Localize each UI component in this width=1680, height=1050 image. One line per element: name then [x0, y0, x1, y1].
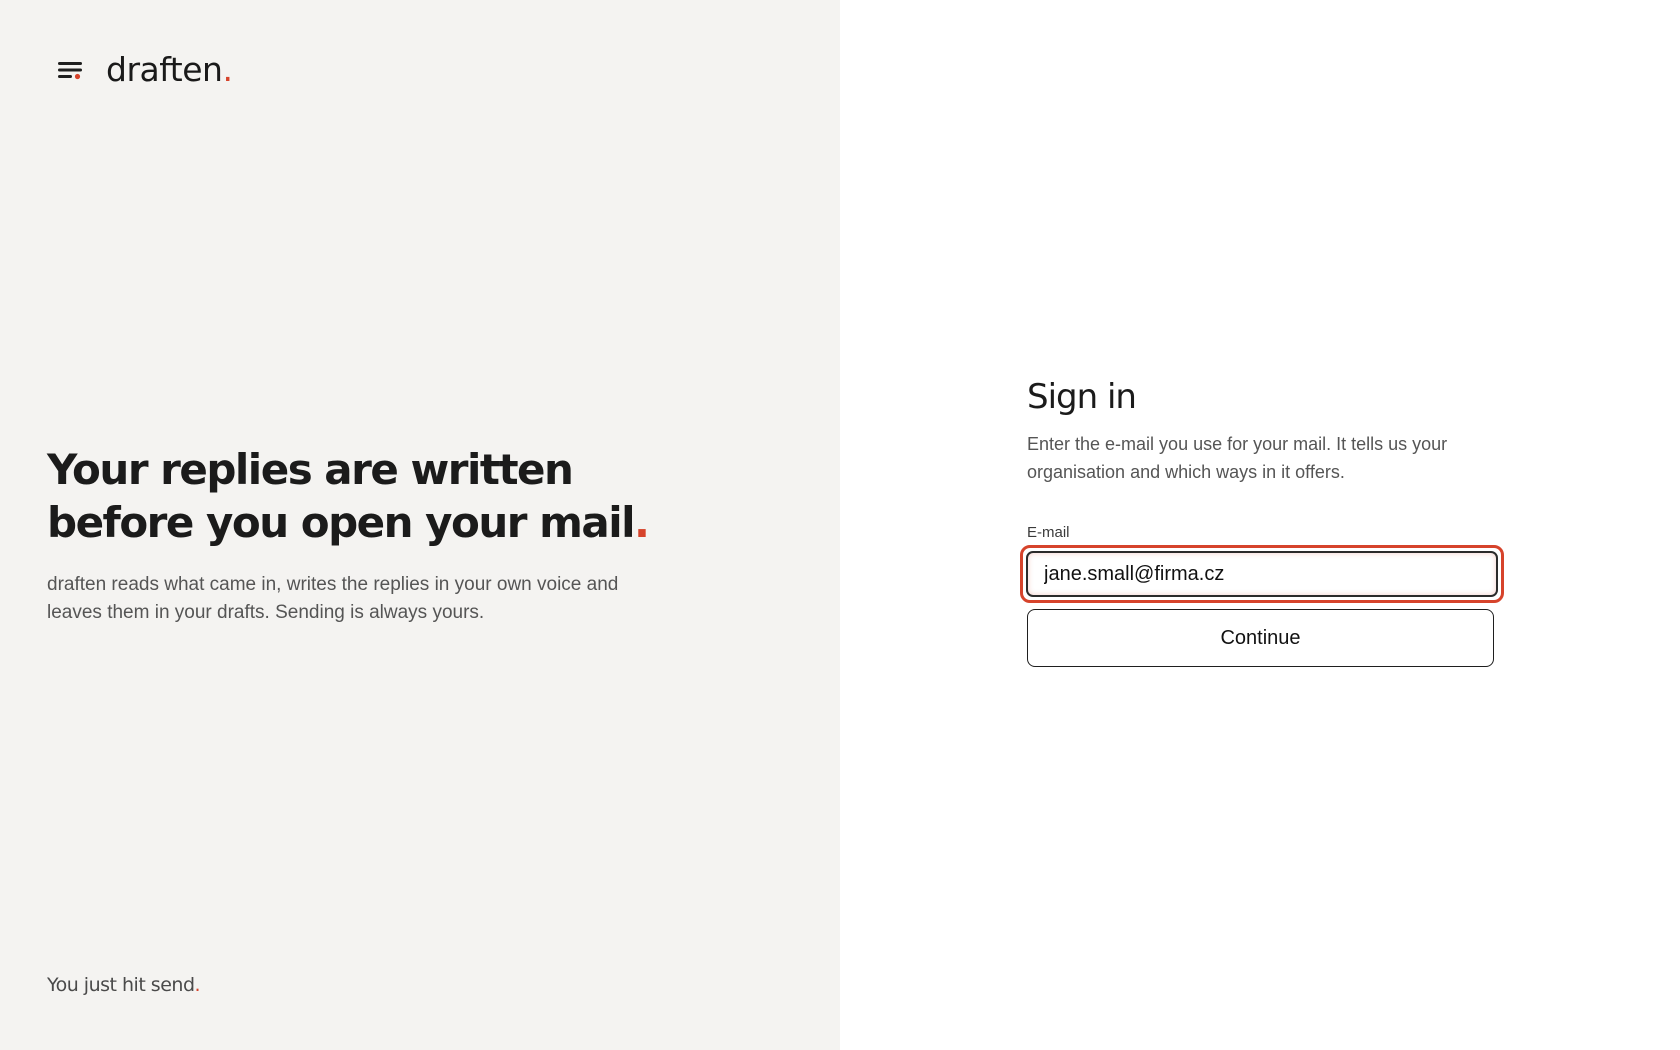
signin-panel: Sign in Enter the e-mail you use for you…: [840, 0, 1680, 1050]
continue-button[interactable]: Continue: [1027, 609, 1494, 667]
menu-lines-icon: [56, 56, 84, 84]
email-field[interactable]: [1026, 551, 1498, 597]
signin-title: Sign in: [1027, 377, 1137, 417]
hero-title-text: Your replies are written before you open…: [47, 445, 636, 547]
tagline-text: You just hit send: [47, 974, 195, 996]
hero-subtitle: draften reads what came in, writes the r…: [47, 574, 619, 623]
hero: Your replies are written before you open…: [47, 443, 687, 627]
page: draften. Your replies are written before…: [0, 0, 1680, 1050]
hero-title-dot: .: [634, 498, 650, 547]
email-focus-ring: [1020, 545, 1504, 603]
marketing-panel: draften. Your replies are written before…: [0, 0, 840, 1050]
signin-description: Enter the e-mail you use for your mail. …: [1027, 434, 1448, 482]
logo-name: draften: [106, 50, 223, 89]
signin-form: Sign in Enter the e-mail you use for you…: [1020, 376, 1504, 667]
email-label: E-mail: [1027, 524, 1070, 541]
hero-title: Your replies are written before you open…: [47, 443, 687, 549]
tagline: You just hit send.: [47, 974, 201, 996]
brand: draften.: [56, 50, 233, 89]
logo: draften.: [106, 50, 233, 89]
tagline-dot: .: [194, 974, 201, 996]
logo-dot: .: [222, 50, 233, 89]
